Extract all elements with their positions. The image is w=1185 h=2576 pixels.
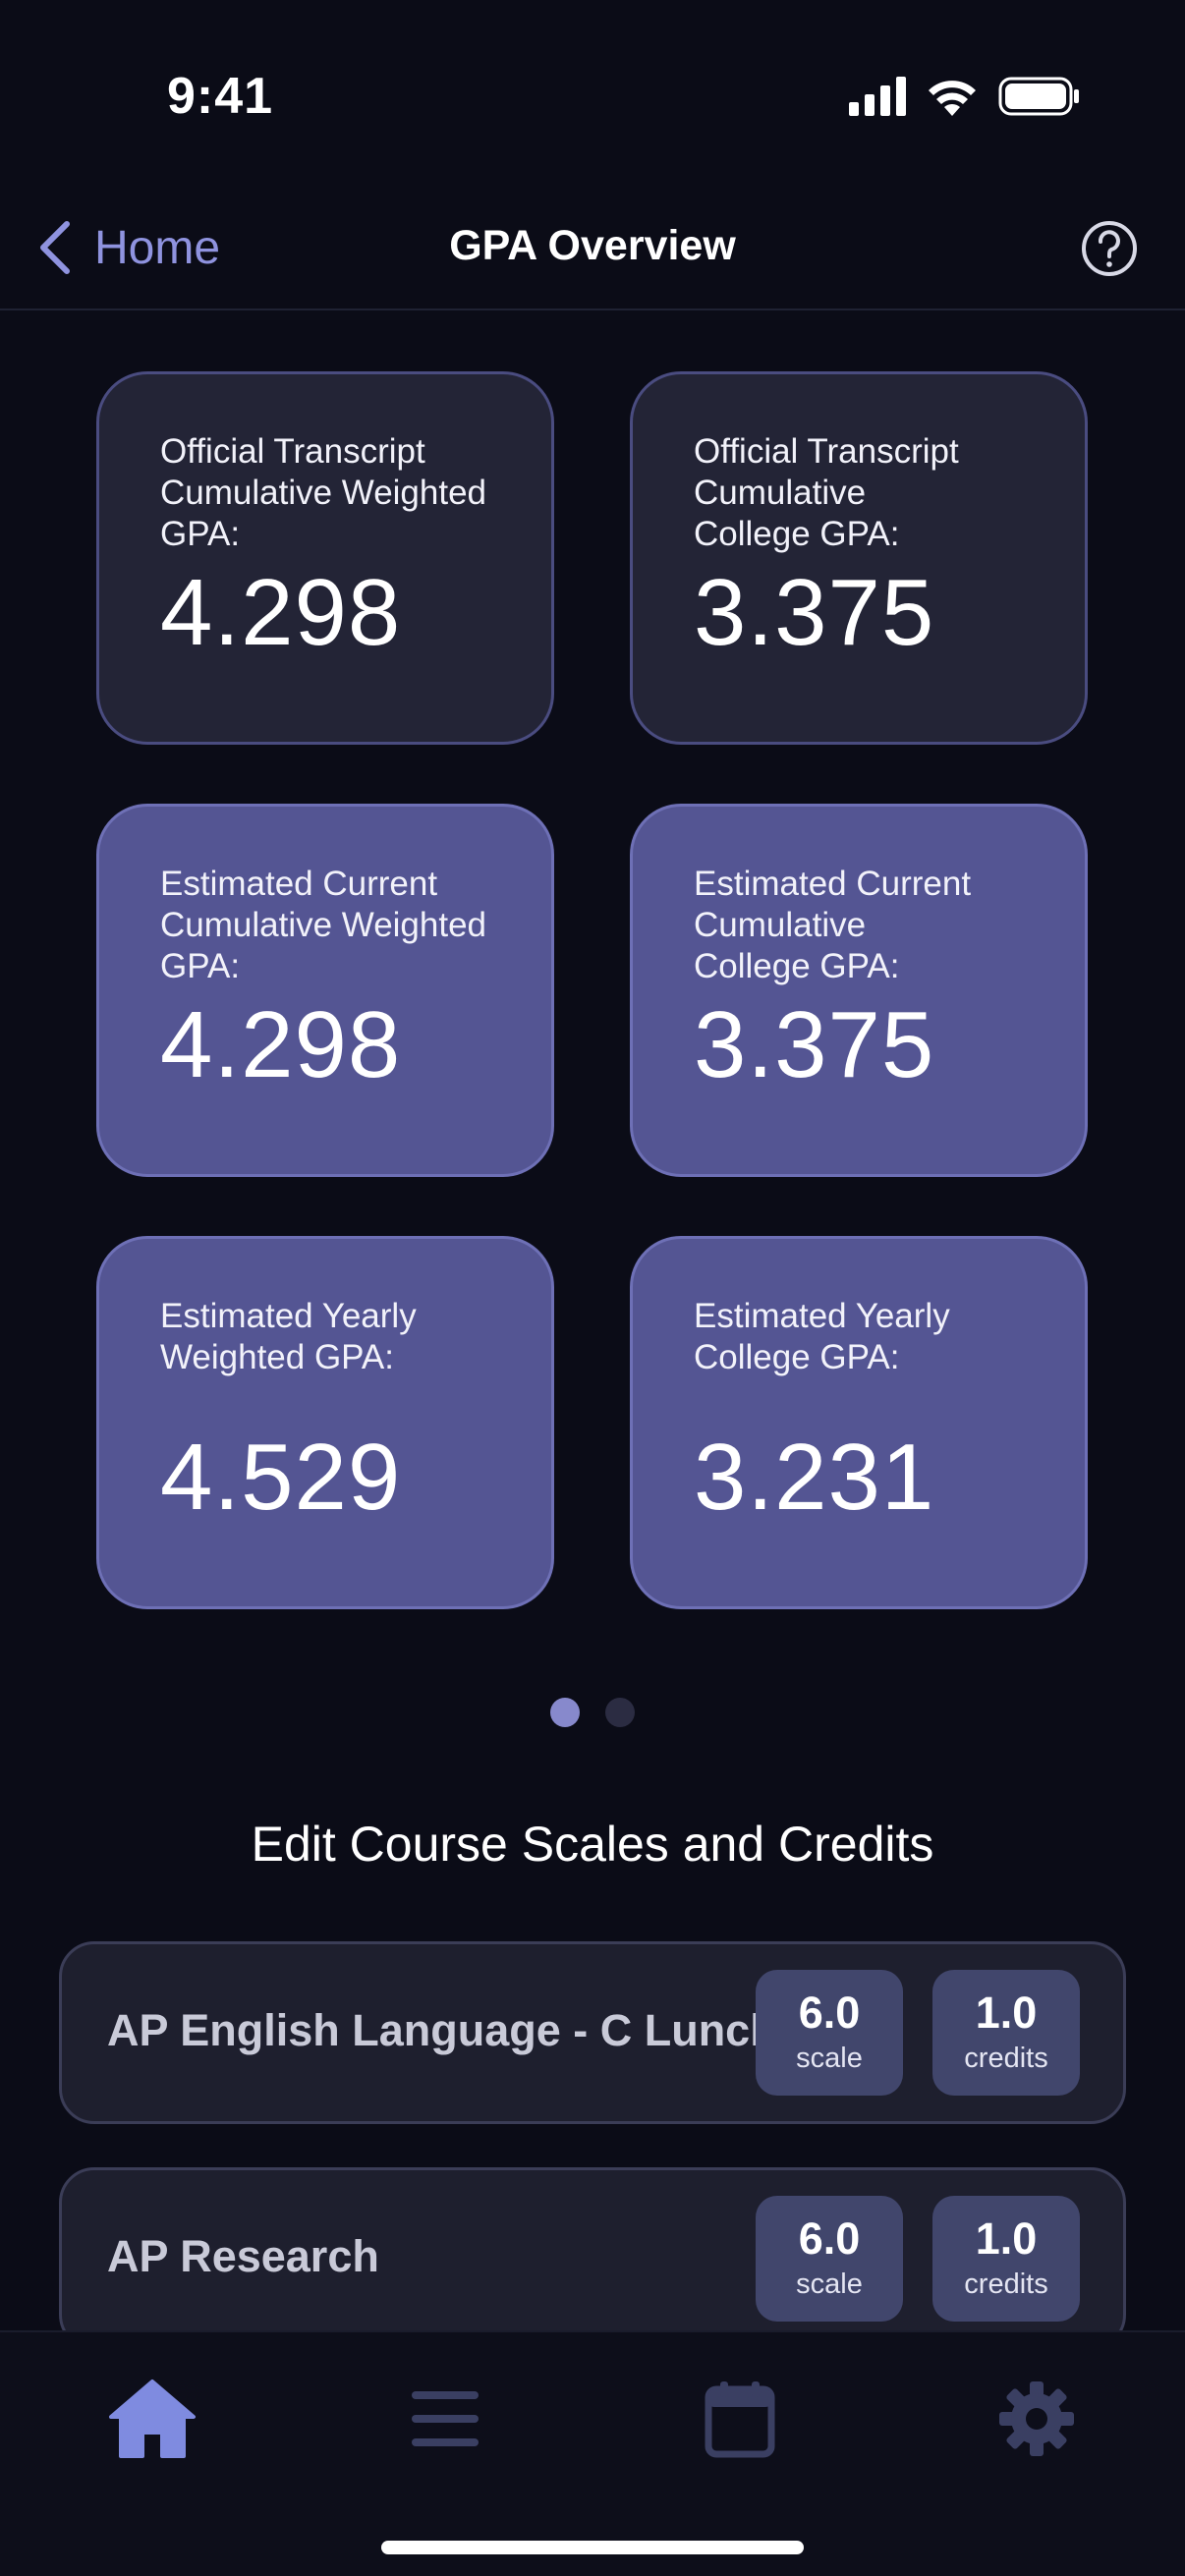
page-title: GPA Overview	[449, 222, 736, 269]
calendar-icon	[705, 2381, 775, 2458]
home-indicator	[381, 2541, 804, 2554]
credits-unit: credits	[964, 2268, 1048, 2300]
course-name: AP Research	[107, 2231, 379, 2281]
gpa-card-official-college[interactable]: Official Transcript Cumulative College G…	[630, 371, 1088, 745]
gpa-card-value: 4.298	[160, 560, 402, 665]
gear-icon	[999, 2381, 1074, 2456]
wifi-icon	[929, 81, 976, 116]
gpa-card-label: Estimated Yearly Weighted GPA:	[160, 1297, 417, 1376]
page-indicator[interactable]	[0, 1698, 1185, 1727]
gpa-card-estimated-cumulative-weighted[interactable]: Estimated Current Cumulative Weighted GP…	[96, 804, 554, 1177]
scale-pill[interactable]: 6.0 scale	[756, 1970, 903, 2096]
course-name: AP English Language - C Lunch	[107, 2005, 777, 2055]
gpa-card-value: 3.375	[694, 560, 935, 665]
gpa-card-official-weighted[interactable]: Official Transcript Cumulative Weighted …	[96, 371, 554, 745]
credits-value: 1.0	[975, 2213, 1038, 2264]
page-dot[interactable]	[605, 1698, 635, 1727]
credits-pill[interactable]: 1.0 credits	[932, 2196, 1080, 2322]
gpa-card-value: 3.375	[694, 992, 935, 1097]
course-row[interactable]: AP English Language - C Lunch 6.0 scale …	[59, 1941, 1126, 2124]
scale-unit: scale	[796, 2043, 863, 2074]
scale-unit: scale	[796, 2268, 863, 2300]
tab-home[interactable]	[103, 2370, 201, 2468]
navigation-bar: Home GPA Overview	[0, 187, 1185, 310]
page-dot-active[interactable]	[550, 1698, 580, 1727]
credits-pill[interactable]: 1.0 credits	[932, 1970, 1080, 2096]
gpa-card-label: Official Transcript Cumulative Weighted …	[160, 432, 487, 553]
list-icon	[412, 2391, 479, 2446]
gpa-card-value: 3.231	[694, 1425, 935, 1530]
tab-list[interactable]	[396, 2370, 494, 2468]
gpa-card-value: 4.529	[160, 1425, 402, 1530]
course-row[interactable]: AP Research 6.0 scale 1.0 credits	[59, 2167, 1126, 2350]
gpa-card-estimated-yearly-weighted[interactable]: Estimated Yearly Weighted GPA: 4.529	[96, 1236, 554, 1609]
section-title: Edit Course Scales and Credits	[251, 1817, 934, 1872]
tab-bar	[0, 2330, 1185, 2576]
home-icon	[109, 2380, 196, 2458]
tab-settings[interactable]	[988, 2370, 1086, 2468]
battery-icon	[998, 77, 1079, 116]
help-icon[interactable]	[1081, 220, 1138, 277]
status-time: 9:41	[167, 68, 274, 125]
gpa-card-estimated-cumulative-college[interactable]: Estimated Current Cumulative College GPA…	[630, 804, 1088, 1177]
scale-pill[interactable]: 6.0 scale	[756, 2196, 903, 2322]
cellular-signal-icon	[849, 77, 906, 116]
gpa-card-label: Estimated Current Cumulative College GPA…	[694, 865, 972, 985]
scale-value: 6.0	[798, 1988, 861, 2038]
gpa-card-label: Official Transcript Cumulative College G…	[694, 432, 959, 553]
gpa-card-estimated-yearly-college[interactable]: Estimated Yearly College GPA: 3.231	[630, 1236, 1088, 1609]
scale-value: 6.0	[798, 2213, 861, 2264]
status-bar: 9:41	[0, 0, 1185, 187]
tab-calendar[interactable]	[691, 2370, 789, 2468]
gpa-card-label: Estimated Yearly College GPA:	[694, 1297, 950, 1376]
credits-unit: credits	[964, 2043, 1048, 2074]
gpa-card-value: 4.298	[160, 992, 402, 1097]
credits-value: 1.0	[975, 1988, 1038, 2038]
gpa-card-label: Estimated Current Cumulative Weighted GP…	[160, 865, 487, 985]
